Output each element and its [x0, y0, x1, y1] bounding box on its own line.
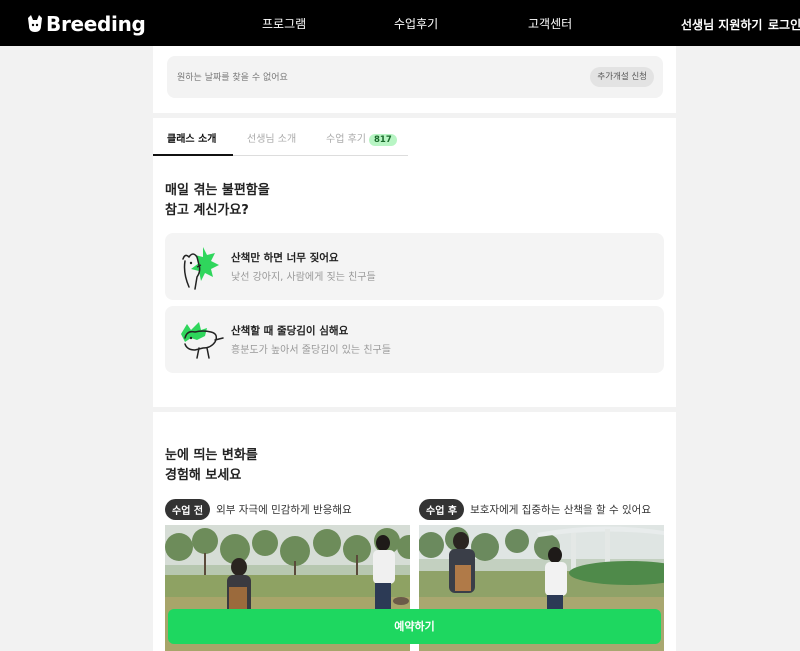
section-divider — [153, 407, 676, 412]
problem-card: 산책만 하면 너무 짖어요 낯선 강아지, 사람에게 짖는 친구들 — [165, 233, 664, 300]
date-notice-box: 원하는 날짜를 찾을 수 없어요 추가개설 신청 — [167, 56, 663, 98]
review-count-badge: 817 — [368, 134, 397, 146]
nav-reviews[interactable]: 수업후기 — [394, 15, 438, 32]
before-pill: 수업 전 — [165, 499, 211, 520]
tab-bar: 클래스 소개 선생님 소개 수업 후기 817 — [153, 118, 408, 156]
logo-text: Breeding — [46, 12, 146, 36]
problem-card-subtitle: 낯선 강아지, 사람에게 짖는 친구들 — [231, 272, 376, 283]
after-label: 수업 후 보호자에게 집중하는 산책을 할 수 있어요 — [419, 499, 651, 520]
problem-heading-line1: 매일 겪는 불편함을 — [165, 183, 270, 198]
date-notice-text: 원하는 날짜를 찾을 수 없어요 — [177, 73, 288, 83]
barking-dog-icon — [182, 247, 219, 290]
change-heading: 눈에 띄는 변화를 경험해 보세요 — [165, 446, 258, 486]
top-navbar: Breeding 프로그램 수업후기 고객센터 선생님 지원하기 로그인 — [0, 0, 800, 46]
problem-heading: 매일 겪는 불편함을 참고 계신가요? — [165, 181, 270, 221]
content-column: 원하는 날짜를 찾을 수 없어요 추가개설 신청 클래스 소개 선생님 소개 수… — [153, 46, 676, 651]
problem-card-subtitle: 흥분도가 높아서 줄당김이 있는 친구들 — [231, 345, 391, 356]
problem-heading-line2: 참고 계신가요? — [165, 203, 249, 218]
logo[interactable]: Breeding — [26, 12, 146, 36]
tab-class-intro[interactable]: 클래스 소개 — [167, 130, 216, 145]
before-text: 외부 자극에 민감하게 반응해요 — [216, 504, 352, 516]
tab-teacher-intro[interactable]: 선생님 소개 — [247, 130, 296, 145]
teacher-apply-link[interactable]: 선생님 지원하기 — [681, 16, 762, 33]
problem-card: 산책할 때 줄당김이 심해요 흥분도가 높아서 줄당김이 있는 친구들 — [165, 306, 664, 373]
login-link[interactable]: 로그인 — [768, 16, 800, 33]
active-tab-indicator — [153, 154, 233, 156]
change-heading-line1: 눈에 띄는 변화를 — [165, 448, 258, 463]
extra-session-request-button[interactable]: 추가개설 신청 — [590, 67, 654, 87]
after-text: 보호자에게 집중하는 산책을 할 수 있어요 — [470, 504, 652, 516]
problem-card-title: 산책만 하면 너무 짖어요 — [231, 252, 339, 264]
tab-reviews[interactable]: 수업 후기 817 — [326, 130, 397, 146]
nav-support[interactable]: 고객센터 — [528, 15, 572, 32]
nav-program[interactable]: 프로그램 — [262, 15, 306, 32]
reserve-button[interactable]: 예약하기 — [168, 609, 661, 644]
change-heading-line2: 경험해 보세요 — [165, 468, 242, 483]
pulling-dog-icon — [181, 322, 224, 359]
tab-reviews-label: 수업 후기 — [326, 134, 366, 145]
after-pill: 수업 후 — [419, 499, 465, 520]
before-label: 수업 전 외부 자극에 민감하게 반응해요 — [165, 499, 352, 520]
dog-logo-icon — [28, 15, 42, 32]
problem-card-title: 산책할 때 줄당김이 심해요 — [231, 325, 349, 337]
